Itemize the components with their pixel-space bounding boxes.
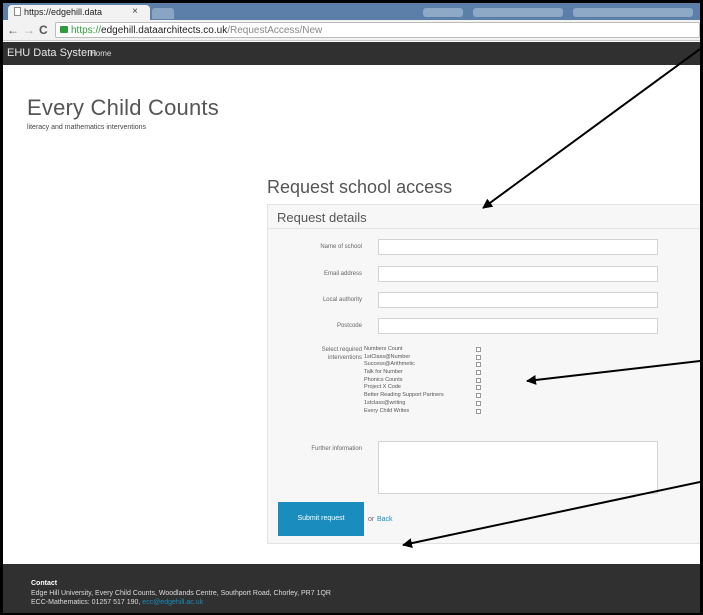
back-link[interactable]: Back — [377, 516, 393, 523]
intervention-checkbox[interactable] — [476, 354, 481, 360]
intervention-label: 1stClass@Number — [364, 353, 411, 360]
address-bar[interactable]: https://edgehill.dataarchitects.co.uk/Re… — [55, 22, 700, 38]
intervention-option[interactable]: Project X Code — [364, 384, 504, 392]
url-host: edgehill.dataarchitects.co.uk — [101, 25, 228, 36]
intervention-label: Better Reading Support Partners — [364, 392, 444, 399]
panel-title: Request details — [277, 210, 367, 225]
intervention-checkbox[interactable] — [476, 400, 481, 406]
intervention-label: Success@Arithmetic — [364, 361, 415, 368]
tab-title: https://edgehill.data — [24, 7, 103, 17]
intervention-label: Numbers Count — [364, 346, 403, 352]
school-label: Name of school — [320, 244, 362, 250]
postcode-label: Postcode — [336, 323, 362, 329]
tab-strip: https://edgehill.data × — [3, 3, 700, 20]
blurred-bar — [573, 8, 693, 17]
url-scheme: https:// — [71, 25, 102, 36]
intervention-option[interactable]: Phonics Counts — [364, 377, 504, 385]
authority-label: Local authority — [322, 297, 362, 303]
intervention-checkbox[interactable] — [476, 347, 481, 352]
email-field[interactable] — [378, 266, 658, 282]
interventions-checklist: Numbers Count 1stClass@Number Success@Ar… — [364, 346, 504, 415]
close-icon[interactable]: × — [132, 6, 138, 17]
intervention-label: Talk for Number — [364, 369, 403, 376]
app-navbar: EHU Data System Home — [3, 42, 700, 65]
lock-icon — [60, 26, 68, 33]
page-icon — [14, 7, 21, 16]
intervention-label: Phonics Counts — [364, 376, 403, 383]
request-details-panel: Request details Name of school Email add… — [267, 204, 700, 544]
footer-email-link[interactable]: ecc@edgehill.ac.uk — [142, 599, 203, 606]
footer-heading: Contact — [31, 580, 58, 587]
new-tab-button[interactable] — [152, 8, 174, 19]
site-subtitle: literacy and mathematics interventions — [27, 124, 147, 131]
site-title: Every Child Counts — [27, 95, 219, 120]
blurred-bar — [423, 8, 463, 17]
interventions-label: Select required — [321, 347, 362, 353]
intervention-label: 1stclass@writing — [364, 399, 406, 406]
footer-phone-line: ECC-Mathematics: 01257 517 190, ecc@edge… — [31, 599, 203, 606]
intervention-checkbox[interactable] — [476, 385, 481, 391]
interventions-label-line2: interventions — [327, 355, 362, 361]
or-text: or — [368, 516, 375, 523]
forward-arrow-icon[interactable]: → — [23, 23, 35, 37]
email-label: Email address — [323, 271, 362, 277]
footer-address: Edge Hill University, Every Child Counts… — [31, 590, 331, 597]
submit-request-button[interactable]: Submit request — [278, 502, 364, 536]
intervention-option[interactable]: 1stClass@Number — [364, 354, 504, 362]
intervention-checkbox[interactable] — [476, 408, 481, 414]
school-name-field[interactable] — [378, 239, 658, 255]
page-title: Request school access — [267, 177, 453, 197]
postcode-field[interactable] — [378, 318, 658, 334]
intervention-option[interactable]: Numbers Count — [364, 346, 504, 354]
intervention-option[interactable]: Better Reading Support Partners — [364, 392, 504, 400]
further-info-label: Further information — [311, 446, 362, 452]
browser-toolbar: ← → C https://edgehill.dataarchitects.co… — [3, 20, 700, 41]
intervention-checkbox[interactable] — [476, 362, 481, 368]
back-arrow-icon[interactable]: ← — [7, 23, 19, 37]
intervention-option[interactable]: Talk for Number — [364, 369, 504, 377]
browser-tab[interactable]: https://edgehill.data × — [8, 5, 150, 20]
nav-home-link[interactable]: Home — [90, 49, 111, 58]
intervention-option[interactable]: Success@Arithmetic — [364, 361, 504, 369]
browser-window: https://edgehill.data × ← → C https://ed… — [3, 3, 700, 613]
url-path: /RequestAccess/New — [227, 25, 323, 36]
intervention-label: Project X Code — [364, 384, 401, 391]
local-authority-field[interactable] — [378, 292, 658, 308]
panel-header: Request details — [268, 205, 700, 229]
site-footer: Contact Edge Hill University, Every Chil… — [3, 564, 700, 613]
intervention-checkbox[interactable] — [476, 393, 481, 399]
blurred-bar — [473, 8, 563, 17]
intervention-option[interactable]: Every Child Writes — [364, 408, 504, 416]
intervention-option[interactable]: 1stclass@writing — [364, 400, 504, 408]
further-info-textarea[interactable] — [378, 441, 658, 494]
intervention-label: Every Child Writes — [364, 407, 410, 414]
brand-link[interactable]: EHU Data System — [7, 47, 96, 59]
intervention-checkbox[interactable] — [476, 370, 481, 376]
reload-icon[interactable]: C — [39, 23, 48, 37]
intervention-checkbox[interactable] — [476, 377, 481, 383]
footer-phone: ECC-Mathematics: 01257 517 190, — [31, 599, 141, 606]
annotation-arrow-panel — [482, 48, 700, 209]
